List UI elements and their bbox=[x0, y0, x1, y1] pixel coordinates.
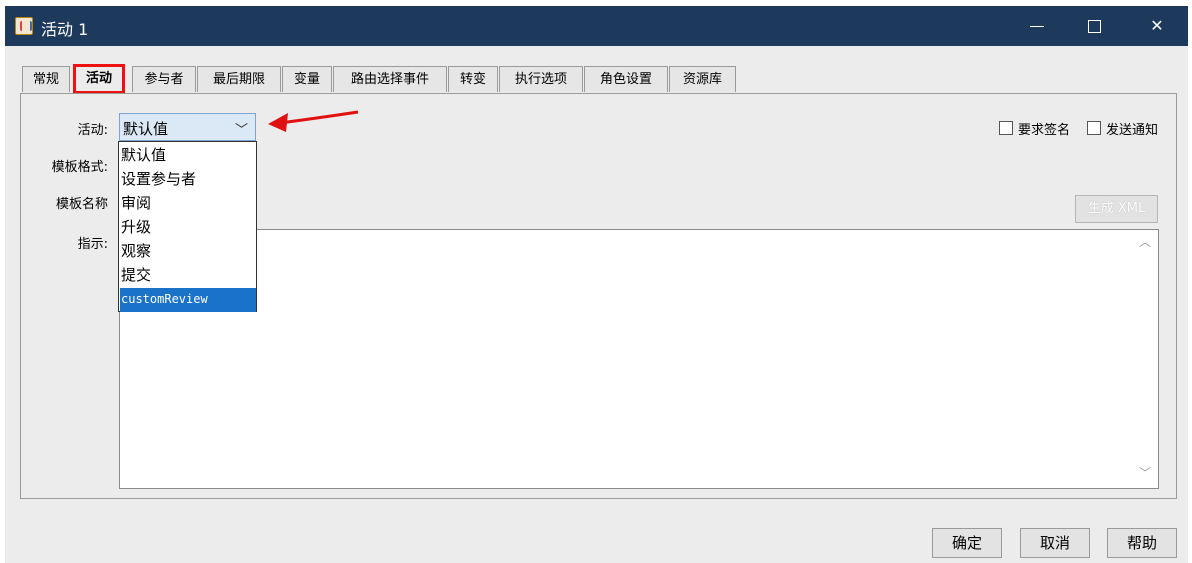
dropdown-option-submit[interactable]: 提交 bbox=[120, 264, 256, 288]
send-notification-checkbox[interactable] bbox=[1087, 121, 1101, 135]
title-bar[interactable]: 活动 1 ✕ bbox=[5, 6, 1188, 46]
help-button[interactable]: 帮助 bbox=[1107, 528, 1177, 558]
tab-participants[interactable]: 参与者 bbox=[132, 66, 196, 92]
template-name-label: 模板名称 bbox=[55, 197, 108, 212]
close-button[interactable]: ✕ bbox=[1134, 6, 1180, 46]
require-signature-checkbox[interactable] bbox=[999, 121, 1013, 135]
activity-label: 活动: bbox=[77, 123, 108, 138]
activity-combobox-value: 默认值 bbox=[123, 120, 169, 138]
template-format-label: 模板格式: bbox=[51, 160, 108, 175]
minimize-button[interactable] bbox=[1014, 6, 1060, 46]
maximize-icon bbox=[1087, 20, 1101, 33]
ok-button[interactable]: 确定 bbox=[932, 528, 1002, 558]
cancel-button[interactable]: 取消 bbox=[1020, 528, 1090, 558]
tab-general[interactable]: 常规 bbox=[22, 66, 70, 92]
dropdown-option-custom-review[interactable]: customReview bbox=[120, 288, 256, 312]
dropdown-option-default[interactable]: 默认值 bbox=[120, 144, 256, 168]
scroll-up-icon[interactable]: ︿ bbox=[1139, 233, 1151, 250]
tab-variables[interactable]: 变量 bbox=[282, 66, 332, 92]
tab-routing-events[interactable]: 路由选择事件 bbox=[333, 66, 447, 92]
activity-dropdown-list: 默认值 设置参与者 审阅 升级 观察 提交 customReview bbox=[118, 141, 257, 312]
activity-combobox[interactable]: 默认值 ﹀ bbox=[119, 113, 256, 141]
chevron-down-icon: ﹀ bbox=[235, 123, 249, 138]
dropdown-option-review[interactable]: 审阅 bbox=[120, 192, 256, 216]
tab-deadlines[interactable]: 最后期限 bbox=[197, 66, 281, 92]
require-signature-label: 要求签名 bbox=[1018, 123, 1071, 138]
maximize-button[interactable] bbox=[1071, 6, 1117, 46]
tab-role-settings[interactable]: 角色设置 bbox=[584, 66, 668, 92]
tab-transitions[interactable]: 转变 bbox=[448, 66, 498, 92]
tab-repository[interactable]: 资源库 bbox=[669, 66, 736, 92]
java-app-icon bbox=[15, 17, 33, 35]
minimize-icon bbox=[1030, 26, 1044, 27]
annotation-arrow-icon bbox=[268, 110, 359, 132]
instructions-textarea[interactable] bbox=[119, 229, 1159, 489]
tab-execution-options[interactable]: 执行选项 bbox=[499, 66, 583, 92]
instructions-label: 指示: bbox=[77, 237, 108, 252]
dropdown-option-observe[interactable]: 观察 bbox=[120, 240, 256, 264]
dropdown-option-set-participant[interactable]: 设置参与者 bbox=[120, 168, 256, 192]
generate-xml-button[interactable]: 生成 XML bbox=[1075, 195, 1158, 223]
dropdown-option-escalate[interactable]: 升级 bbox=[120, 216, 256, 240]
tab-activity[interactable]: 活动 bbox=[73, 64, 125, 94]
window-title: 活动 1 bbox=[41, 20, 89, 39]
send-notification-label: 发送通知 bbox=[1106, 123, 1159, 138]
close-icon: ✕ bbox=[1150, 16, 1164, 35]
scroll-down-icon[interactable]: ﹀ bbox=[1139, 464, 1151, 481]
